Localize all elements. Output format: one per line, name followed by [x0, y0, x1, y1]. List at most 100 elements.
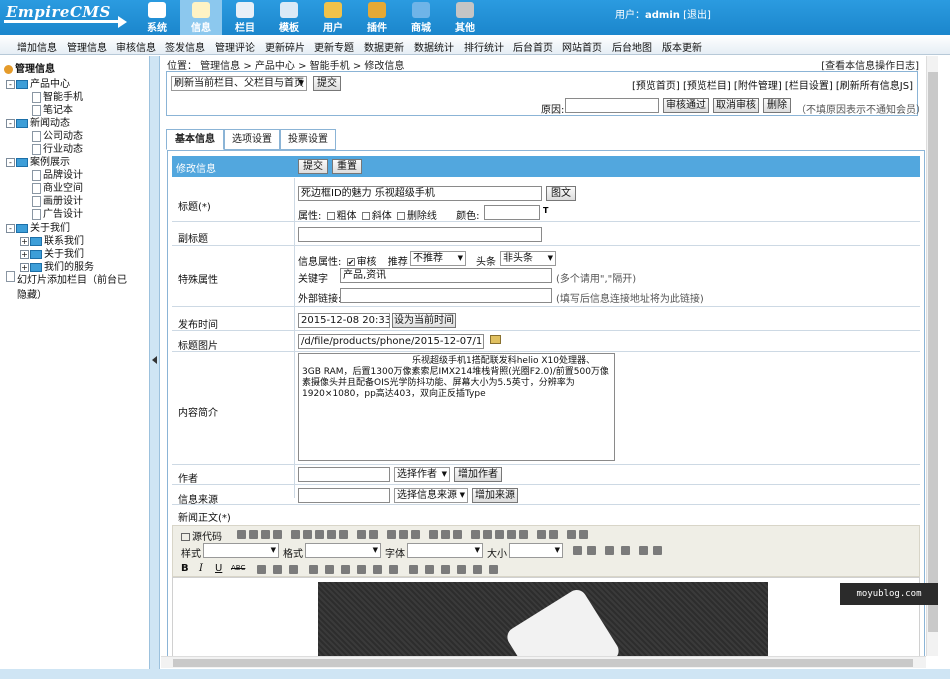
format-select[interactable] — [305, 543, 381, 558]
editor-tool-icon[interactable] — [399, 530, 408, 539]
editor-tool-icon[interactable] — [573, 546, 582, 555]
editor-tool-icon[interactable] — [357, 565, 366, 574]
author-select[interactable]: 选择作者 — [394, 467, 450, 482]
editor-tool-icon[interactable] — [621, 546, 630, 555]
nav-tab-4[interactable]: 用户 — [312, 0, 354, 35]
logout-link[interactable]: [退出] — [683, 10, 711, 21]
menu-item[interactable]: 排行统计 — [464, 39, 504, 54]
operation-log-link[interactable]: [查看本信息操作日志] — [821, 57, 919, 72]
menu-item[interactable]: 更新专题 — [314, 39, 354, 54]
editor-tool-icon[interactable] — [489, 565, 498, 574]
editor-tool-icon[interactable] — [495, 530, 504, 539]
editor-tool-icon[interactable] — [273, 565, 282, 574]
title-input[interactable]: 死边框ID的魅力 乐视超级手机 — [298, 186, 542, 201]
intro-textarea[interactable]: 乐视超级手机1搭配联发科helio X10处理器、3GB RAM，后置1300万… — [298, 353, 615, 461]
pic-input[interactable]: /d/file/products/phone/2015-12-07/1874fd… — [298, 334, 484, 349]
editor-content[interactable] — [172, 577, 920, 656]
editor-tool-icon[interactable] — [429, 530, 438, 539]
menu-item[interactable]: 后台地图 — [612, 39, 652, 54]
reason-input[interactable] — [565, 98, 659, 113]
editor-tool-icon[interactable] — [567, 530, 576, 539]
collapse-icon[interactable]: - — [6, 118, 15, 128]
editor-tool-icon[interactable] — [457, 565, 466, 574]
editor-tool-icon[interactable] — [237, 530, 246, 539]
italic-icon[interactable]: I — [199, 563, 203, 574]
style-select[interactable] — [203, 543, 279, 558]
add-source-button[interactable]: 增加来源 — [472, 488, 518, 503]
recommend-select[interactable]: 不推荐 — [410, 251, 466, 266]
bold-icon[interactable]: B — [181, 563, 189, 574]
italic-checkbox[interactable] — [361, 212, 370, 220]
color-picker-icon[interactable]: T — [543, 206, 548, 215]
source-code-button[interactable]: 源代码 — [181, 528, 222, 543]
editor-tool-icon[interactable] — [291, 530, 300, 539]
author-input[interactable] — [298, 467, 390, 482]
audit-pass-button[interactable]: 审核通过 — [663, 98, 709, 113]
preview-links[interactable]: [预览首页] [预览栏目] [附件管理] [栏目设置] [刷新所有信息JS] — [632, 77, 913, 92]
vertical-scrollbar[interactable] — [926, 56, 938, 656]
external-link-input[interactable] — [340, 288, 552, 303]
editor-tool-icon[interactable] — [261, 530, 270, 539]
color-input[interactable] — [484, 205, 540, 220]
bold-checkbox[interactable] — [326, 212, 335, 220]
strike-checkbox[interactable] — [396, 212, 405, 220]
refresh-select[interactable]: 刷新当前栏目、父栏目与首页 — [171, 76, 307, 91]
editor-tool-icon[interactable] — [303, 530, 312, 539]
nav-tab-2[interactable]: 栏目 — [224, 0, 266, 35]
editor-tool-icon[interactable] — [339, 530, 348, 539]
form-submit-button[interactable]: 提交 — [298, 159, 328, 174]
editor-tool-icon[interactable] — [471, 530, 480, 539]
sidebar-splitter[interactable] — [149, 56, 160, 669]
collapse-icon[interactable]: - — [6, 157, 15, 167]
collapse-icon[interactable]: - — [6, 223, 15, 233]
editor-tool-icon[interactable] — [249, 530, 258, 539]
editor-tool-icon[interactable] — [409, 565, 418, 574]
editor-tool-icon[interactable] — [519, 530, 528, 539]
sidebar-item[interactable]: 幻灯片添加栏目（前台已隐藏） — [6, 271, 133, 301]
editor-tool-icon[interactable] — [441, 565, 450, 574]
editor-tool-icon[interactable] — [537, 530, 546, 539]
editor-tool-icon[interactable] — [373, 565, 382, 574]
editor-tool-icon[interactable] — [587, 546, 596, 555]
menu-item[interactable]: 管理信息 — [67, 39, 107, 54]
editor-tool-icon[interactable] — [441, 530, 450, 539]
menu-item[interactable]: 版本更新 — [662, 39, 702, 54]
headline-select[interactable]: 非头条 — [500, 251, 556, 266]
editor-tool-icon[interactable] — [639, 546, 648, 555]
horizontal-scrollbar[interactable] — [161, 656, 926, 668]
size-select[interactable] — [509, 543, 563, 558]
editor-tool-icon[interactable] — [289, 565, 298, 574]
underline-icon[interactable]: U — [215, 563, 222, 574]
tab-options[interactable]: 选项设置 — [224, 129, 280, 150]
menu-item[interactable]: 数据统计 — [414, 39, 454, 54]
editor-tool-icon[interactable] — [315, 530, 324, 539]
nav-tab-0[interactable]: 系统 — [136, 0, 178, 35]
audit-checkbox[interactable]: ✔ — [346, 258, 355, 267]
editor-tool-icon[interactable] — [325, 565, 334, 574]
menu-item[interactable]: 签发信息 — [165, 39, 205, 54]
menu-item[interactable]: 后台首页 — [513, 39, 553, 54]
editor-tool-icon[interactable] — [273, 530, 282, 539]
menu-item[interactable]: 网站首页 — [562, 39, 602, 54]
nav-tab-7[interactable]: 其他 — [444, 0, 486, 35]
editor-tool-icon[interactable] — [483, 530, 492, 539]
date-input[interactable]: 2015-12-08 20:33:22 — [298, 313, 390, 328]
form-reset-button[interactable]: 重置 — [332, 159, 362, 174]
editor-tool-icon[interactable] — [357, 530, 366, 539]
collapse-arrow-icon[interactable] — [152, 356, 157, 364]
editor-tool-icon[interactable] — [369, 530, 378, 539]
menu-item[interactable]: 更新碎片 — [265, 39, 305, 54]
keyword-input[interactable]: 产品,资讯 — [340, 268, 552, 283]
editor-tool-icon[interactable] — [579, 530, 588, 539]
tab-basic-info[interactable]: 基本信息 — [166, 129, 224, 150]
nav-tab-3[interactable]: 模板 — [268, 0, 310, 35]
set-now-button[interactable]: 设为当前时间 — [392, 313, 456, 328]
editor-tool-icon[interactable] — [507, 530, 516, 539]
nav-tab-1[interactable]: 信息 — [180, 0, 222, 35]
editor-tool-icon[interactable] — [341, 565, 350, 574]
audit-cancel-button[interactable]: 取消审核 — [713, 98, 759, 113]
vertical-scroll-thumb[interactable] — [928, 72, 938, 632]
menu-item[interactable]: 审核信息 — [116, 39, 156, 54]
editor-tool-icon[interactable] — [257, 565, 266, 574]
strike-icon[interactable]: ABC — [231, 564, 245, 572]
